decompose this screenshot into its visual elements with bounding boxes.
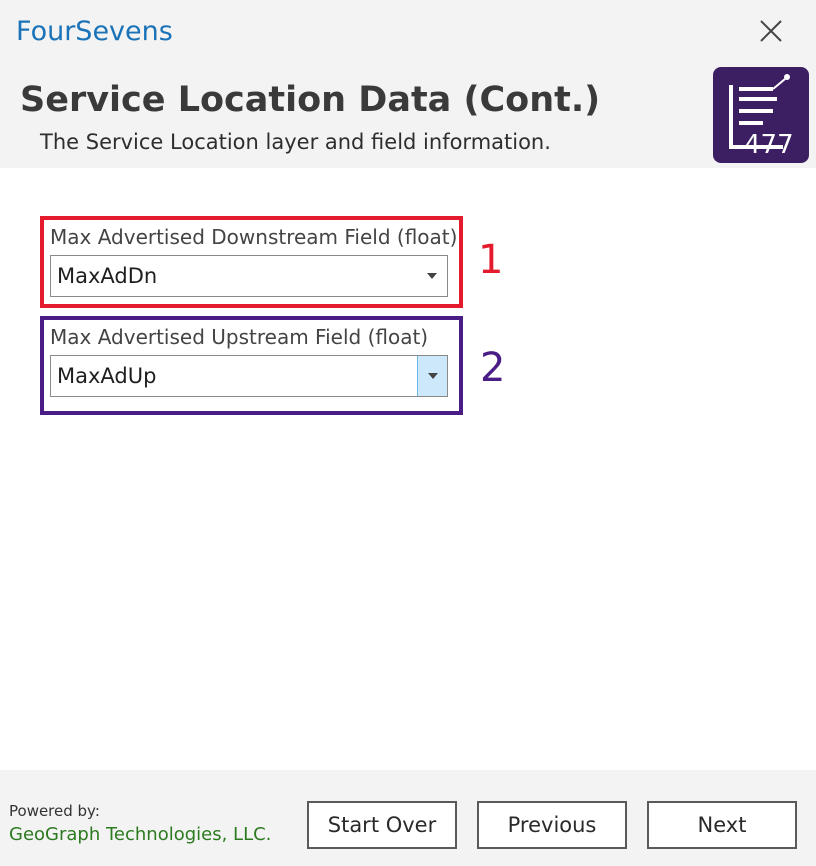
downstream-field-label: Max Advertised Downstream Field (float) bbox=[50, 225, 458, 249]
downstream-field-value: MaxAdDn bbox=[57, 264, 158, 288]
upstream-field-select[interactable]: MaxAdUp bbox=[50, 355, 448, 397]
next-button[interactable]: Next bbox=[647, 801, 797, 849]
logo-text: 477 bbox=[744, 130, 794, 160]
app-title: FourSevens bbox=[16, 16, 173, 47]
upstream-field-label: Max Advertised Upstream Field (float) bbox=[50, 325, 429, 349]
header: FourSevens Service Location Data (Cont.)… bbox=[0, 0, 816, 168]
downstream-field-group: Max Advertised Downstream Field (float) … bbox=[40, 216, 463, 308]
start-over-button[interactable]: Start Over bbox=[307, 801, 457, 849]
previous-button[interactable]: Previous bbox=[477, 801, 627, 849]
powered-by-label: Powered by: bbox=[9, 802, 100, 820]
page-subtitle: The Service Location layer and field inf… bbox=[40, 130, 551, 154]
wizard-window: FourSevens Service Location Data (Cont.)… bbox=[0, 0, 816, 866]
dropdown-arrow-icon[interactable] bbox=[417, 256, 447, 296]
close-icon bbox=[760, 20, 782, 42]
annotation-2: 2 bbox=[480, 345, 506, 391]
app-logo: 477 bbox=[713, 67, 809, 163]
close-button[interactable] bbox=[752, 12, 790, 50]
company-link[interactable]: GeoGraph Technologies, LLC. bbox=[9, 823, 271, 847]
downstream-field-select[interactable]: MaxAdDn bbox=[50, 255, 448, 297]
annotation-1: 1 bbox=[478, 237, 504, 283]
footer: Powered by: GeoGraph Technologies, LLC. … bbox=[0, 770, 816, 866]
dropdown-arrow-icon[interactable] bbox=[417, 356, 447, 396]
page-title: Service Location Data (Cont.) bbox=[20, 80, 601, 120]
upstream-field-value: MaxAdUp bbox=[57, 364, 157, 388]
upstream-field-group: Max Advertised Upstream Field (float) Ma… bbox=[40, 316, 463, 415]
